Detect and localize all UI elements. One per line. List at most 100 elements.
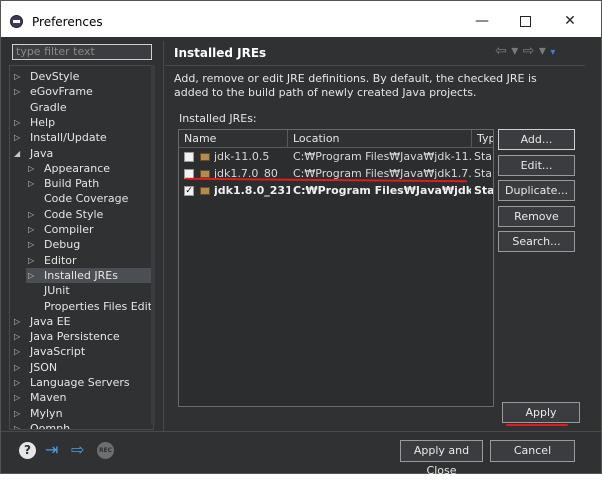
collapsed-arrow-icon[interactable]: ▷ xyxy=(28,268,34,283)
tree-item-label: Editor xyxy=(44,253,77,267)
collapsed-arrow-icon[interactable]: ▷ xyxy=(14,329,20,344)
tree-item-label: Help xyxy=(30,115,56,129)
collapsed-arrow-icon[interactable]: ▷ xyxy=(28,161,34,176)
tree-item-label: Code Style xyxy=(44,207,104,221)
collapsed-arrow-icon[interactable]: ▷ xyxy=(28,222,34,237)
tree-item[interactable]: ▷ Installed JREs xyxy=(26,267,153,283)
collapsed-arrow-icon[interactable]: ▷ xyxy=(14,390,20,405)
tree-item[interactable]: ▷ Maven xyxy=(10,390,153,405)
search-button[interactable]: Search... xyxy=(498,231,575,252)
tree-item[interactable]: ◢ Java xyxy=(10,146,153,161)
tree-item[interactable]: ▷ Code Style xyxy=(10,207,153,222)
jre-table: Name Location Type jdk-11.0.5 C:₩Program … xyxy=(178,129,494,407)
collapsed-arrow-icon[interactable]: ▷ xyxy=(14,314,20,329)
close-button[interactable]: ✕ xyxy=(547,9,593,33)
tree-item[interactable]: ▷ Editor xyxy=(10,253,153,268)
right-pane: Installed JREs ⇦ ▾ ⇨ ▾ ▾ Add, remove or … xyxy=(165,41,585,431)
import-icon[interactable]: ⇥ xyxy=(45,441,65,459)
back-arrow-icon[interactable]: ⇦ xyxy=(495,43,507,59)
collapsed-arrow-icon[interactable]: ▷ xyxy=(14,115,20,130)
column-header-location[interactable]: Location xyxy=(288,130,472,148)
collapsed-arrow-icon[interactable]: ▷ xyxy=(14,69,20,84)
forward-arrow-icon[interactable]: ⇨ xyxy=(523,43,535,59)
tree-item-label: JSON xyxy=(30,360,58,374)
back-dropdown-icon[interactable]: ▾ xyxy=(511,43,518,59)
column-header-name[interactable]: Name xyxy=(179,130,288,148)
page-navigation: ⇦ ▾ ⇨ ▾ ▾ xyxy=(495,43,555,59)
duplicate-button[interactable]: Duplicate... xyxy=(498,180,575,201)
add-button[interactable]: Add... xyxy=(498,129,575,150)
jre-location: C:₩Program Files₩Java₩jdk-11.0.5 xyxy=(293,150,471,163)
tree-item[interactable]: ▷ Oomph xyxy=(10,421,153,430)
collapsed-arrow-icon[interactable]: ▷ xyxy=(14,130,20,145)
tree-item[interactable]: ▷ Build Path xyxy=(10,176,153,191)
maximize-button[interactable] xyxy=(502,9,548,33)
column-header-type[interactable]: Type xyxy=(472,130,493,148)
tree-item[interactable]: ▷ eGovFrame xyxy=(10,84,153,99)
tree-item[interactable]: ▷ Debug xyxy=(10,237,153,252)
tree-item[interactable]: ▷ Language Servers xyxy=(10,375,153,390)
tree-item[interactable]: ▷ Install/Update xyxy=(10,130,153,145)
export-icon[interactable]: ⇨ xyxy=(71,441,91,459)
collapsed-arrow-icon[interactable]: ▷ xyxy=(28,237,34,252)
tree-item[interactable]: ▷ Mylyn xyxy=(10,406,153,421)
preferences-window: Preferences — ✕ type filter text ▷ DevSty… xyxy=(0,0,602,477)
collapsed-arrow-icon[interactable]: ▷ xyxy=(14,421,20,429)
tree-item[interactable]: ▷ Compiler xyxy=(10,222,153,237)
tree-item-label: Java EE xyxy=(30,314,71,328)
collapsed-arrow-icon[interactable]: ▷ xyxy=(14,406,20,421)
apply-and-close-button[interactable]: Apply and Close xyxy=(400,440,483,477)
collapsed-arrow-icon[interactable]: ▷ xyxy=(28,176,34,191)
collapsed-arrow-icon[interactable]: ▷ xyxy=(14,360,20,375)
jre-type: Standard VM xyxy=(474,184,494,197)
view-menu-icon[interactable]: ▾ xyxy=(550,47,555,58)
collapsed-arrow-icon[interactable]: ▷ xyxy=(28,207,34,222)
table-row[interactable]: jdk-11.0.5 C:₩Program Files₩Java₩jdk-11.0… xyxy=(179,149,493,165)
jre-checkbox[interactable]: ✓ xyxy=(184,186,194,196)
forward-dropdown-icon[interactable]: ▾ xyxy=(539,43,546,59)
expanded-arrow-icon[interactable]: ◢ xyxy=(14,146,20,161)
tree-item[interactable]: Gradle xyxy=(10,100,153,115)
help-icon[interactable]: ? xyxy=(19,442,36,459)
jre-type: Standard VM xyxy=(474,150,493,163)
tree-item[interactable]: Code Coverage xyxy=(10,191,153,206)
tree-item-label: Code Coverage xyxy=(44,192,129,206)
collapsed-arrow-icon[interactable]: ▷ xyxy=(14,375,20,390)
tree-item-label: Oomph xyxy=(30,421,71,430)
cancel-button[interactable]: Cancel xyxy=(490,440,575,462)
tree-item-label: DevStyle xyxy=(30,70,80,83)
tree-item[interactable]: ▷ Java EE xyxy=(10,314,153,329)
jar-icon xyxy=(200,187,210,195)
window-title: Preferences xyxy=(32,15,103,29)
tree-item-label: Mylyn xyxy=(30,406,63,420)
tree-item[interactable]: Properties Files Editor xyxy=(10,299,153,314)
tree-item[interactable]: ▷ JSON xyxy=(10,360,153,375)
jre-checkbox[interactable] xyxy=(184,152,194,162)
tree-item-label: Language Servers xyxy=(30,376,130,389)
apply-button[interactable]: Apply xyxy=(502,402,580,423)
tree-item[interactable]: ▷ Help xyxy=(10,115,153,130)
jre-type: Standard VM xyxy=(474,167,493,180)
tree-scrollbar[interactable] xyxy=(151,65,155,425)
tree-item[interactable]: ▷ JavaScript xyxy=(10,344,153,359)
jre-location: C:₩Program Files₩Java₩jdk1.8.0... xyxy=(293,184,471,197)
tree-item[interactable]: ▷ Java Persistence xyxy=(10,329,153,344)
record-icon[interactable]: REC xyxy=(97,442,114,459)
jar-icon xyxy=(200,153,210,161)
table-row[interactable]: ✓ jdk1.8.0_231...C:₩Program Files₩Java₩jd… xyxy=(179,183,494,199)
filter-input[interactable]: type filter text xyxy=(12,44,152,60)
installed-jres-label: Installed JREs: xyxy=(179,112,257,125)
tree-item[interactable]: ▷ Appearance xyxy=(10,161,153,176)
tree-item-label: Properties Files Editor xyxy=(44,299,154,313)
edit-button[interactable]: Edit... xyxy=(498,155,575,176)
collapsed-arrow-icon[interactable]: ▷ xyxy=(28,253,34,268)
jre-name: jdk1.8.0_231... xyxy=(214,184,290,197)
tree-item[interactable]: ▷ DevStyle xyxy=(10,69,153,84)
remove-button[interactable]: Remove xyxy=(498,206,575,227)
tree-item-label: Maven xyxy=(30,391,67,405)
collapsed-arrow-icon[interactable]: ▷ xyxy=(14,344,20,359)
collapsed-arrow-icon[interactable]: ▷ xyxy=(14,84,20,99)
tree-item[interactable]: JUnit xyxy=(10,283,153,298)
minimize-button[interactable]: — xyxy=(459,9,505,33)
tree-item-label: Java Persistence xyxy=(30,330,120,344)
